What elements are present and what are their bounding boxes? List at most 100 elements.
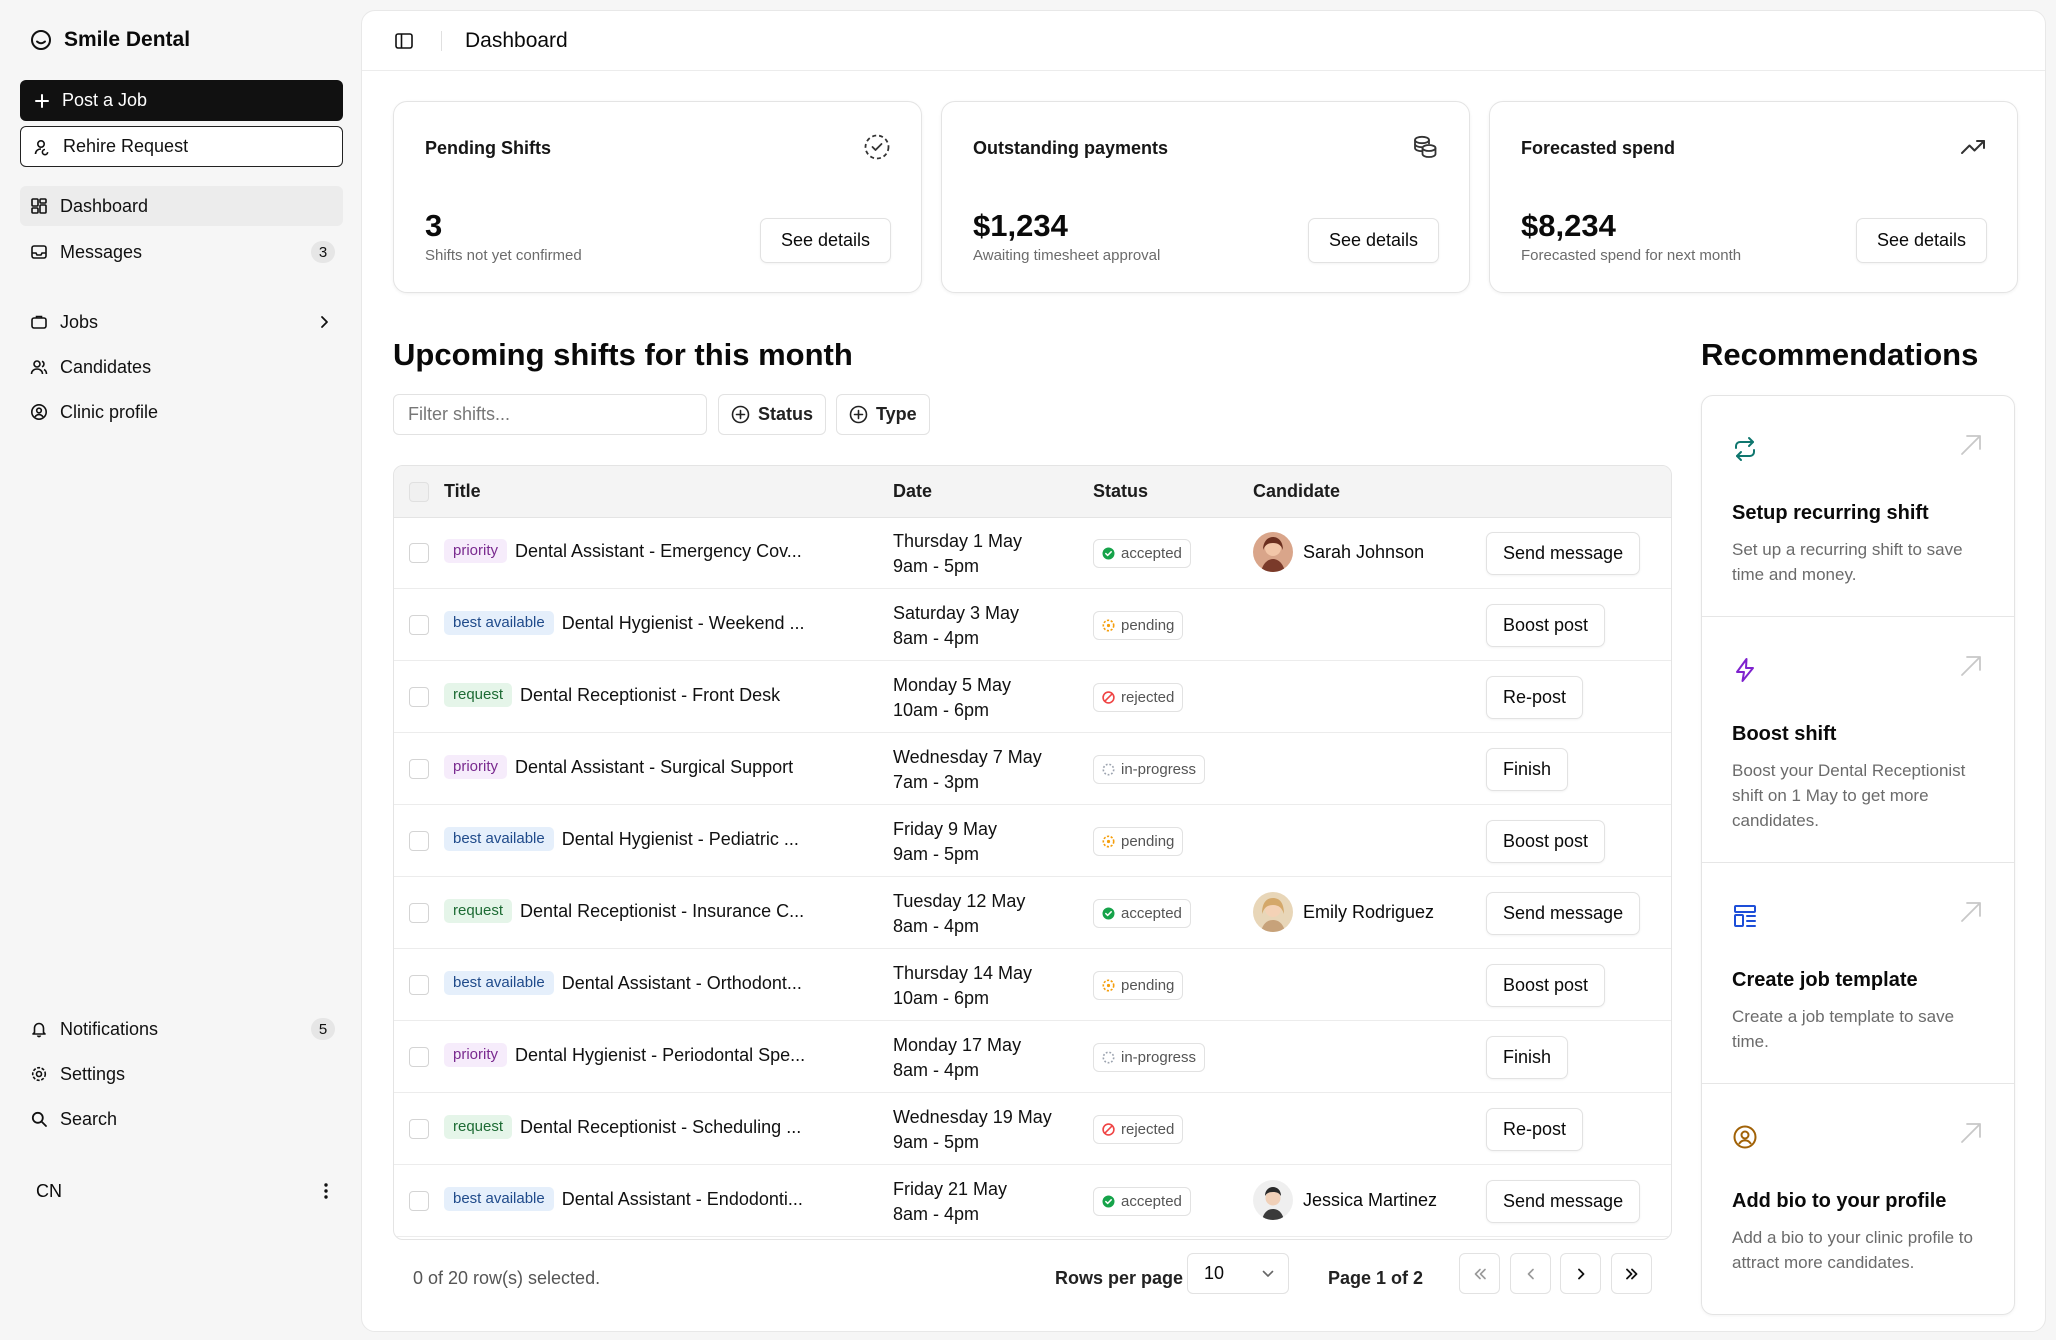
column-title[interactable]: Title: [444, 481, 481, 502]
sidebar-item-messages[interactable]: Messages 3: [20, 232, 343, 272]
column-status[interactable]: Status: [1093, 481, 1148, 502]
user-menu[interactable]: CN: [20, 1170, 343, 1212]
row-checkbox[interactable]: [409, 975, 429, 995]
shift-date: Wednesday 19 May: [893, 1107, 1052, 1127]
row-checkbox[interactable]: [409, 1191, 429, 1211]
sidebar-item-clinic-profile[interactable]: Clinic profile: [20, 392, 343, 432]
boost-post-button[interactable]: Boost post: [1486, 604, 1606, 647]
table-row[interactable]: priority Dental Assistant - Emergency Cov…: [394, 518, 1671, 589]
shift-type-tag: best available: [444, 971, 554, 995]
table-row[interactable]: priority Dental Hygienist - Periodontal S…: [394, 1022, 1671, 1093]
finish-button[interactable]: Finish: [1486, 1036, 1569, 1079]
table-row[interactable]: request Dental Receptionist - Insurance C…: [394, 878, 1671, 949]
shift-title-cell[interactable]: priority Dental Assistant - Emergency Cov…: [444, 539, 802, 563]
row-checkbox[interactable]: [409, 1119, 429, 1139]
table-row[interactable]: best available Dental Hygienist - Pediatr…: [394, 806, 1671, 877]
shift-time: 8am - 4pm: [893, 1204, 980, 1224]
re-post-button[interactable]: Re-post: [1486, 676, 1584, 719]
shift-date: Thursday 14 May: [893, 963, 1033, 983]
dashboard-icon: [30, 197, 48, 215]
row-checkbox[interactable]: [409, 615, 429, 635]
shift-title-cell[interactable]: priority Dental Assistant - Surgical Supp…: [444, 755, 793, 779]
row-checkbox[interactable]: [409, 1047, 429, 1067]
sidebar-item-label: Candidates: [60, 356, 152, 377]
sidebar-item-dashboard[interactable]: Dashboard: [20, 186, 343, 226]
re-post-button[interactable]: Re-post: [1486, 1108, 1584, 1151]
column-date[interactable]: Date: [893, 481, 932, 502]
sidebar: Smile Dental Post a Job Rehire Request D…: [0, 0, 361, 1340]
candidate-name: Emily Rodriguez: [1303, 901, 1435, 922]
select-all-checkbox[interactable]: [409, 482, 429, 502]
pending-shifts-card: Pending Shifts 3 Shifts not yet confirme…: [393, 101, 922, 293]
next-page-button[interactable]: [1560, 1253, 1601, 1294]
table-row[interactable]: request Dental Receptionist - Scheduling …: [394, 1094, 1671, 1165]
recommendation-card[interactable]: Add bio to your profile Add a bio to your…: [1702, 1084, 2014, 1314]
row-checkbox[interactable]: [409, 903, 429, 923]
card-title: Forecasted spend: [1521, 138, 1676, 158]
boost-post-button[interactable]: Boost post: [1486, 964, 1606, 1007]
see-details-button[interactable]: See details: [1855, 218, 1987, 263]
rows-per-page-select[interactable]: 10: [1187, 1253, 1289, 1294]
shift-title-cell[interactable]: best available Dental Assistant - Orthodo…: [444, 971, 802, 995]
boost-post-button[interactable]: Boost post: [1486, 820, 1606, 863]
send-message-button[interactable]: Send message: [1486, 532, 1641, 575]
shift-title-cell[interactable]: best available Dental Assistant - Endodon…: [444, 1187, 803, 1211]
table-row[interactable]: request Dental Receptionist - Front Desk M…: [394, 662, 1671, 733]
column-candidate[interactable]: Candidate: [1253, 481, 1340, 502]
see-details-button[interactable]: See details: [759, 218, 891, 263]
last-page-button[interactable]: [1611, 1253, 1652, 1294]
candidate-cell[interactable]: Jessica Martinez: [1253, 1180, 1437, 1220]
shift-title-cell[interactable]: request Dental Receptionist - Insurance C…: [444, 899, 804, 923]
brand[interactable]: Smile Dental: [30, 28, 190, 52]
row-checkbox[interactable]: [409, 543, 429, 563]
row-checkbox[interactable]: [409, 831, 429, 851]
finish-button[interactable]: Finish: [1486, 748, 1569, 791]
recommendation-card[interactable]: Create job template Create a job template…: [1702, 863, 2014, 1084]
type-filter-button[interactable]: Type: [836, 394, 930, 435]
sidebar-item-jobs[interactable]: Jobs: [20, 302, 343, 342]
rows-per-page-value: 10: [1204, 1263, 1225, 1283]
recommendation-card[interactable]: Boost shift Boost your Dental Receptionis…: [1702, 617, 2014, 863]
sidebar-item-notifications[interactable]: Notifications 5: [20, 1009, 343, 1049]
shift-title-cell[interactable]: best available Dental Hygienist - Weekend…: [444, 611, 805, 635]
user-circle-icon: [1732, 1124, 1758, 1150]
card-title: Pending Shifts: [425, 138, 551, 158]
table-row[interactable]: best available Dental Assistant - Orthodo…: [394, 950, 1671, 1021]
table-row[interactable]: best available Dental Assistant - Endodon…: [394, 1166, 1671, 1237]
sidebar-item-label: Settings: [60, 1063, 126, 1084]
table-row[interactable]: best available Dental Hygienist - Weekend…: [394, 590, 1671, 661]
sidebar-toggle-icon[interactable]: [394, 31, 414, 51]
sidebar-item-search[interactable]: Search: [20, 1099, 343, 1139]
sidebar-item-label: Search: [60, 1108, 118, 1129]
candidate-cell[interactable]: Emily Rodriguez: [1253, 892, 1434, 932]
candidate-cell[interactable]: Sarah Johnson: [1253, 532, 1424, 572]
shift-title-cell[interactable]: request Dental Receptionist - Scheduling …: [444, 1115, 801, 1139]
post-job-button[interactable]: Post a Job: [20, 80, 343, 121]
send-message-button[interactable]: Send message: [1486, 1180, 1641, 1223]
sidebar-item-candidates[interactable]: Candidates: [20, 347, 343, 387]
topbar-divider: [441, 31, 442, 51]
candidate-name: Sarah Johnson: [1303, 541, 1425, 562]
see-details-button[interactable]: See details: [1307, 218, 1439, 263]
shift-title-cell[interactable]: request Dental Receptionist - Front Desk: [444, 683, 780, 707]
table-row[interactable]: priority Dental Assistant - Surgical Supp…: [394, 734, 1671, 805]
shift-title-cell[interactable]: best available Dental Hygienist - Pediatr…: [444, 827, 799, 851]
first-page-button[interactable]: [1459, 1253, 1500, 1294]
more-vertical-icon[interactable]: [323, 1182, 329, 1200]
rehire-request-button[interactable]: Rehire Request: [20, 126, 343, 167]
shift-title-cell[interactable]: priority Dental Hygienist - Periodontal S…: [444, 1043, 805, 1067]
sidebar-item-settings[interactable]: Settings: [20, 1054, 343, 1094]
type-filter-label: Type: [876, 404, 917, 424]
send-message-button[interactable]: Send message: [1486, 892, 1641, 935]
recommendation-card[interactable]: Setup recurring shift Set up a recurring …: [1702, 396, 2014, 617]
smile-logo-icon: [30, 29, 52, 51]
row-checkbox[interactable]: [409, 759, 429, 779]
status-badge: accepted: [1093, 899, 1191, 928]
status-filter-button[interactable]: Status: [718, 394, 827, 435]
row-checkbox[interactable]: [409, 687, 429, 707]
previous-page-button[interactable]: [1510, 1253, 1551, 1294]
inbox-icon: [30, 243, 48, 261]
brand-name: Smile Dental: [64, 28, 191, 51]
status-badge: rejected: [1093, 683, 1184, 712]
filter-shifts-input[interactable]: Filter shifts...: [393, 394, 707, 435]
